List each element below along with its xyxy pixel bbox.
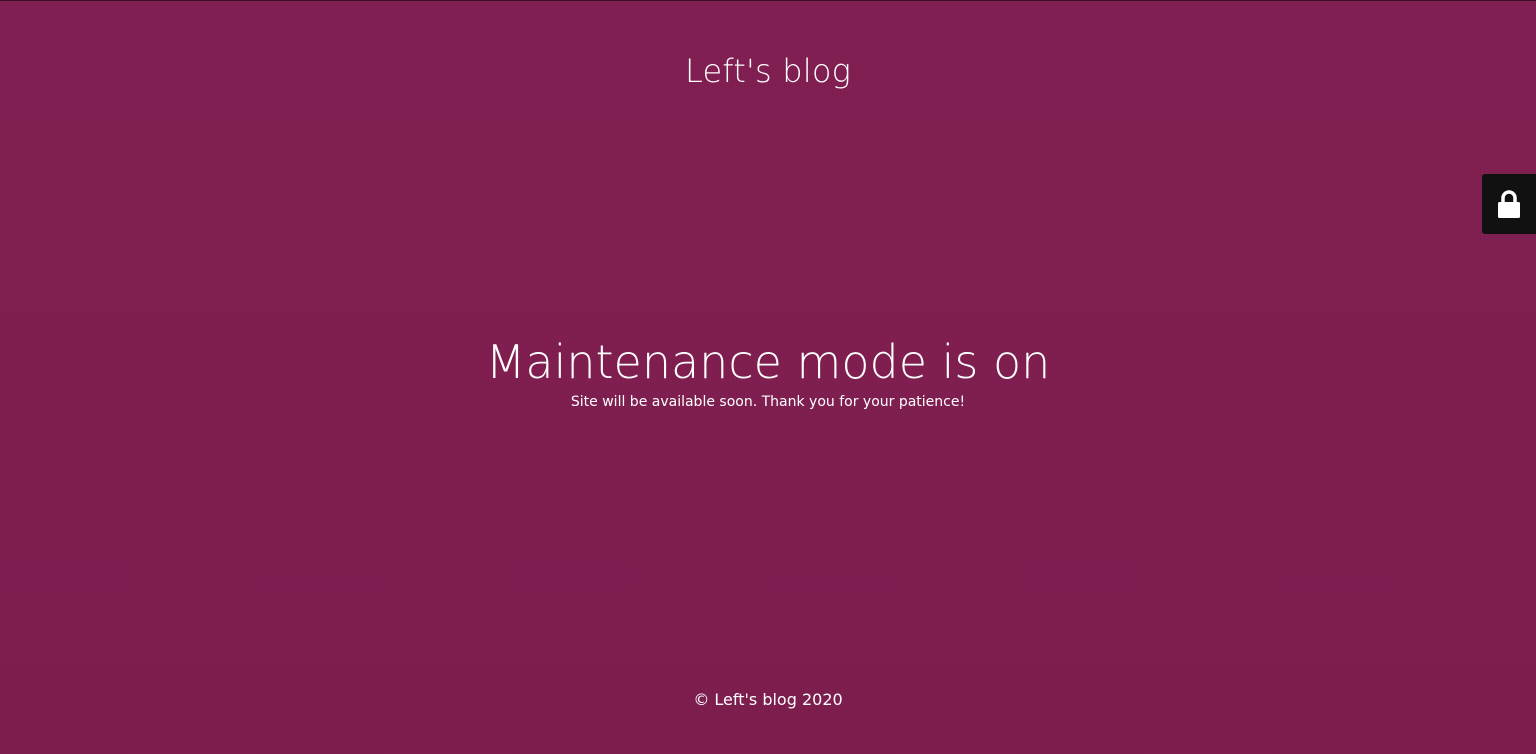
lock-icon [1496,189,1522,219]
footer-copyright: © Left's blog 2020 [693,690,843,709]
top-border [0,0,1536,1]
maintenance-message: Site will be available soon. Thank you f… [570,394,966,410]
site-title: Left's blog [684,52,852,90]
maintenance-content: Maintenance mode is on Site will be avai… [0,334,1536,411]
admin-login-tab[interactable] [1482,174,1536,234]
maintenance-headline: Maintenance mode is on [485,335,1051,389]
